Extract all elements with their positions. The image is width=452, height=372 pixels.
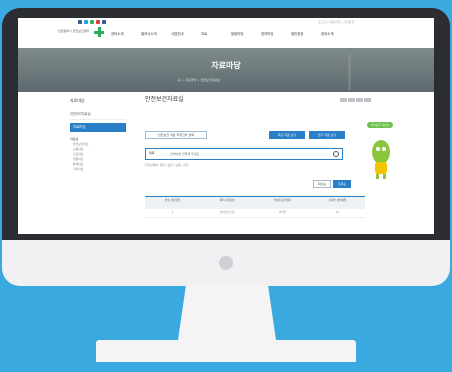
mascot-character — [372, 140, 390, 179]
blog-icon[interactable] — [90, 20, 94, 24]
menu-item[interactable]: 클리닉소개 — [141, 31, 171, 36]
sort-views-button[interactable]: 조회순 — [333, 180, 351, 188]
menu-item[interactable]: 자료 — [201, 31, 231, 36]
table-header-cell: 조회수 첨부파일 — [328, 199, 347, 202]
sidebar-item-active[interactable]: 자료마당 — [70, 123, 126, 132]
sidebar-subitem[interactable]: 기타자료 — [70, 167, 126, 172]
banner-title: 자료마당 — [211, 61, 241, 70]
facebook-icon[interactable] — [78, 20, 82, 24]
power-button — [219, 256, 233, 270]
logo-text: 인천광역시 안전보건센터 — [58, 29, 90, 33]
table-header-cell: 제목 자료정보 — [219, 199, 236, 202]
search-type-select[interactable]: 제목 — [149, 151, 155, 155]
popular-keywords[interactable]: 인기검색어: 안전 / 보건 / 교육 / 건강 — [145, 163, 188, 167]
sns-links — [78, 20, 106, 25]
menu-item[interactable]: 사업안내 — [171, 31, 201, 36]
zoom-out-icon[interactable] — [364, 98, 371, 102]
sidebar-item[interactable]: 안전보건자료실 — [70, 110, 126, 120]
table-cell: 12 — [335, 211, 340, 214]
table-header-cell: 작성자 등록일자 — [273, 199, 292, 202]
table-cell[interactable]: 안전보건 자료 — [200, 209, 255, 217]
table-header: 번호 자료유형 제목 자료정보 작성자 등록일자 조회수 첨부파일 — [145, 196, 365, 209]
menu-item[interactable]: 알림마당 — [231, 31, 261, 36]
breadcrumb[interactable]: 홈 > 자료마당 > 안전보건자료실 — [178, 78, 288, 82]
menu-item[interactable]: 참여소개 — [321, 31, 351, 36]
table-cell: 1 — [171, 211, 174, 214]
menu-item[interactable]: 센터소개 — [111, 31, 141, 36]
table-cell: 관리자 — [278, 211, 287, 214]
page-title: 안전보건자료실 — [145, 96, 184, 103]
table-row[interactable]: 1 안전보건 자료 관리자 12 — [145, 209, 365, 218]
youtube-icon[interactable] — [96, 20, 100, 24]
popular-data-button[interactable]: 인기 자료 보기 — [309, 131, 345, 139]
top-util-links[interactable]: 로그인 | 회원가입 | 사이트맵 — [318, 20, 354, 24]
search-input[interactable] — [170, 149, 310, 159]
recent-data-button[interactable]: 최근 자료 보기 — [269, 131, 305, 139]
sidebar-title: 자료마당 — [70, 98, 85, 103]
sort-latest-button[interactable]: 최신순 — [313, 180, 331, 188]
util-buttons — [340, 98, 371, 102]
twitter-icon[interactable] — [84, 20, 88, 24]
page-banner: 자료마당 홈 > 자료마당 > 안전보건자료실 — [18, 48, 434, 92]
share-icon[interactable] — [348, 98, 355, 102]
table-sort-buttons: 최신순 조회순 — [313, 180, 351, 188]
zoom-in-icon[interactable] — [356, 98, 363, 102]
top-navigation: 인천광역시 안전보건센터 로그인 | 회원가입 | 사이트맵 센터소개 클리닉소… — [18, 18, 434, 49]
data-table: 번호 자료유형 제목 자료정보 작성자 등록일자 조회수 첨부파일 1 안전보건… — [145, 196, 365, 218]
menu-item[interactable]: 참여마당 — [261, 31, 291, 36]
main-menu: 센터소개 클리닉소개 사업안내 자료 알림마당 참여마당 열린광장 참여소개 — [111, 31, 351, 36]
search-bar: 제목 — [145, 148, 343, 160]
print-icon[interactable] — [340, 98, 347, 102]
sidebar: 자료마당 안전보건자료실 자료마당 자료실 안전보건자료 교육자료 홍보자료 법… — [70, 98, 126, 172]
kakao-icon[interactable] — [102, 20, 106, 24]
menu-item[interactable]: 열린광장 — [291, 31, 321, 36]
table-header-cell: 번호 자료유형 — [164, 199, 181, 202]
monitor-stand-neck — [178, 286, 276, 340]
category-filter-button[interactable]: 안전보건 자료 카테고리 선택 — [145, 131, 207, 139]
monitor-stand-base — [96, 340, 356, 362]
green-cross-icon — [94, 27, 104, 37]
search-icon[interactable] — [333, 151, 339, 157]
site-logo[interactable]: 인천광역시 안전보건센터 — [58, 27, 104, 41]
speech-bubble: 안전보건 자료실 — [367, 122, 393, 128]
